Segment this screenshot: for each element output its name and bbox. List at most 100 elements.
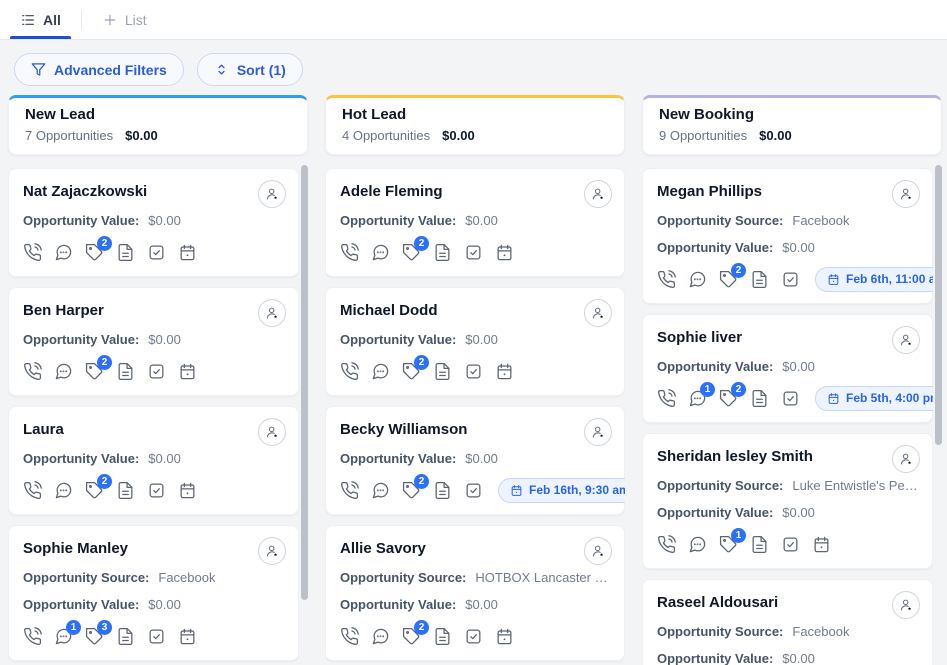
assign-user-button[interactable] <box>584 537 612 565</box>
tag-icon[interactable]: 2 <box>719 389 738 408</box>
calendar-icon[interactable] <box>178 243 197 262</box>
opportunity-card[interactable]: Sophie ManleyOpportunity Source:Facebook… <box>8 525 299 661</box>
chat-icon[interactable] <box>371 362 390 381</box>
note-icon[interactable] <box>116 243 135 262</box>
task-icon[interactable] <box>781 389 800 408</box>
tab-all[interactable]: All <box>14 0 67 39</box>
phone-icon[interactable] <box>23 627 42 646</box>
note-icon[interactable] <box>116 481 135 500</box>
calendar-icon[interactable] <box>178 481 197 500</box>
sort-button[interactable]: Sort (1) <box>197 53 303 86</box>
chat-icon[interactable] <box>54 481 73 500</box>
notification-badge: 2 <box>414 620 429 635</box>
task-icon[interactable] <box>147 243 166 262</box>
chat-icon[interactable]: 1 <box>688 389 707 408</box>
assign-user-button[interactable] <box>892 180 920 208</box>
assign-user-button[interactable] <box>258 180 286 208</box>
opportunity-card[interactable]: Allie SavoryOpportunity Source:HOTBOX La… <box>325 525 625 661</box>
contact-name: Megan Phillips <box>657 182 918 202</box>
task-icon[interactable] <box>464 243 483 262</box>
phone-icon[interactable] <box>23 481 42 500</box>
tag-icon[interactable]: 2 <box>719 270 738 289</box>
opportunity-card[interactable]: Nat ZajaczkowskiOpportunity Value:$0.002 <box>8 168 299 277</box>
phone-icon[interactable] <box>340 243 359 262</box>
task-icon[interactable] <box>781 535 800 554</box>
opportunity-card[interactable]: Megan PhillipsOpportunity Source:Faceboo… <box>642 168 933 304</box>
chat-icon[interactable] <box>688 535 707 554</box>
task-icon[interactable] <box>147 627 166 646</box>
chat-icon[interactable] <box>54 243 73 262</box>
task-icon[interactable] <box>147 362 166 381</box>
vertical-scrollbar[interactable] <box>935 165 942 445</box>
chat-icon[interactable]: 1 <box>54 627 73 646</box>
phone-icon[interactable] <box>23 243 42 262</box>
phone-icon[interactable] <box>340 481 359 500</box>
note-icon[interactable] <box>433 481 452 500</box>
assign-user-button[interactable] <box>258 299 286 327</box>
tab-add-list[interactable]: List <box>96 0 153 39</box>
calendar-icon[interactable] <box>178 627 197 646</box>
calendar-icon[interactable] <box>495 627 514 646</box>
appointment-date-pill[interactable]: Feb 6th, 11:00 am <box>815 267 933 292</box>
note-icon[interactable] <box>433 627 452 646</box>
opportunity-card[interactable]: Ben HarperOpportunity Value:$0.002 <box>8 287 299 396</box>
card-action-icons: 1 <box>657 533 918 555</box>
tag-icon[interactable]: 2 <box>402 481 421 500</box>
tag-icon[interactable]: 2 <box>85 481 104 500</box>
calendar-icon[interactable] <box>178 362 197 381</box>
note-icon[interactable] <box>750 389 769 408</box>
opportunity-card[interactable]: Becky WilliamsonOpportunity Value:$0.002… <box>325 406 625 515</box>
note-icon[interactable] <box>116 362 135 381</box>
advanced-filters-button[interactable]: Advanced Filters <box>14 53 184 86</box>
note-icon[interactable] <box>750 270 769 289</box>
opportunity-card[interactable]: Sheridan lesley SmithOpportunity Source:… <box>642 433 933 569</box>
tag-icon[interactable]: 1 <box>719 535 738 554</box>
assign-user-button[interactable] <box>258 537 286 565</box>
tag-icon[interactable]: 2 <box>402 627 421 646</box>
vertical-scrollbar[interactable] <box>301 165 308 600</box>
calendar-icon[interactable] <box>812 535 831 554</box>
chat-icon[interactable] <box>371 243 390 262</box>
tag-icon[interactable]: 2 <box>85 243 104 262</box>
opportunity-card[interactable]: Michael DoddOpportunity Value:$0.002 <box>325 287 625 396</box>
opportunity-card[interactable]: Sophie liverOpportunity Value:$0.0012Feb… <box>642 314 933 423</box>
note-icon[interactable] <box>116 627 135 646</box>
note-icon[interactable] <box>433 243 452 262</box>
opportunity-card[interactable]: LauraOpportunity Value:$0.002 <box>8 406 299 515</box>
assign-user-button[interactable] <box>258 418 286 446</box>
tag-icon[interactable]: 2 <box>85 362 104 381</box>
phone-icon[interactable] <box>657 389 676 408</box>
phone-icon[interactable] <box>657 270 676 289</box>
note-icon[interactable] <box>750 535 769 554</box>
assign-user-button[interactable] <box>584 180 612 208</box>
task-icon[interactable] <box>781 270 800 289</box>
tag-icon[interactable]: 3 <box>85 627 104 646</box>
assign-user-button[interactable] <box>584 299 612 327</box>
opportunity-card[interactable]: Raseel AldousariOpportunity Source:Faceb… <box>642 579 933 665</box>
task-icon[interactable] <box>147 481 166 500</box>
assign-user-button[interactable] <box>584 418 612 446</box>
chat-icon[interactable] <box>688 270 707 289</box>
phone-icon[interactable] <box>340 362 359 381</box>
tag-icon[interactable]: 2 <box>402 243 421 262</box>
appointment-date-pill[interactable]: Feb 5th, 4:00 pm <box>815 386 933 411</box>
assign-user-button[interactable] <box>892 445 920 473</box>
task-icon[interactable] <box>464 362 483 381</box>
task-icon[interactable] <box>464 481 483 500</box>
phone-icon[interactable] <box>23 362 42 381</box>
assign-user-button[interactable] <box>892 326 920 354</box>
task-icon[interactable] <box>464 627 483 646</box>
opportunity-card[interactable]: Adele FlemingOpportunity Value:$0.002 <box>325 168 625 277</box>
notification-badge: 3 <box>97 620 112 635</box>
note-icon[interactable] <box>433 362 452 381</box>
chat-icon[interactable] <box>371 627 390 646</box>
chat-icon[interactable] <box>371 481 390 500</box>
appointment-date-pill[interactable]: Feb 16th, 9:30 am <box>498 478 625 503</box>
tag-icon[interactable]: 2 <box>402 362 421 381</box>
calendar-icon[interactable] <box>495 243 514 262</box>
calendar-icon[interactable] <box>495 362 514 381</box>
chat-icon[interactable] <box>54 362 73 381</box>
assign-user-button[interactable] <box>892 591 920 619</box>
phone-icon[interactable] <box>657 535 676 554</box>
phone-icon[interactable] <box>340 627 359 646</box>
